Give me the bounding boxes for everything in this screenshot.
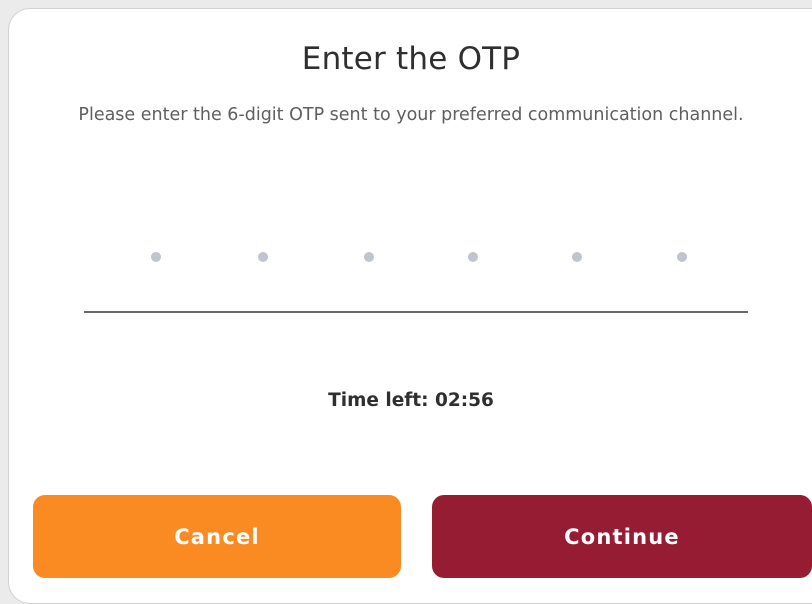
- otp-digit-placeholder: [258, 252, 268, 262]
- continue-button[interactable]: Continue: [432, 495, 812, 578]
- otp-timer: Time left: 02:56: [9, 390, 812, 411]
- dialog-title: Enter the OTP: [301, 41, 521, 77]
- otp-digit-placeholder: [364, 252, 374, 262]
- otp-dialog: Enter the OTP Please enter the 6-digit O…: [8, 8, 812, 604]
- otp-digit-placeholder: [677, 252, 687, 262]
- otp-digit-placeholder: [468, 252, 478, 262]
- otp-input[interactable]: [84, 235, 748, 313]
- cancel-button[interactable]: Cancel: [33, 495, 401, 578]
- timer-value: 02:56: [434, 390, 494, 411]
- dialog-subtitle: Please enter the 6-digit OTP sent to you…: [78, 105, 744, 125]
- timer-label: Time left:: [328, 390, 429, 411]
- otp-digit-placeholder: [572, 252, 582, 262]
- otp-digit-placeholder: [151, 252, 161, 262]
